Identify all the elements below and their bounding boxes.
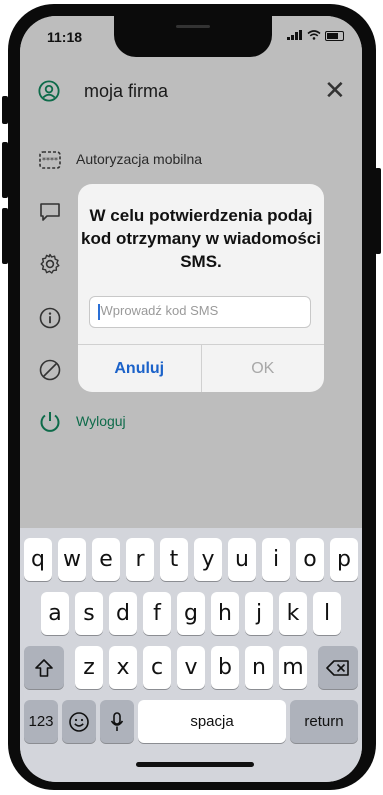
- key-e[interactable]: e: [92, 538, 120, 581]
- emoji-icon: [69, 711, 89, 732]
- dialog-buttons: Anuluj OK: [78, 344, 324, 392]
- key-d[interactable]: d: [109, 592, 137, 635]
- cancel-button[interactable]: Anuluj: [78, 345, 202, 392]
- microphone-icon: [110, 711, 124, 731]
- key-x[interactable]: x: [109, 646, 137, 689]
- menu-item-logout[interactable]: Wyloguj: [20, 408, 362, 438]
- status-icons: [287, 29, 344, 43]
- key-m[interactable]: m: [279, 646, 307, 689]
- info-icon: [39, 307, 61, 329]
- backspace-icon: [326, 659, 349, 676]
- key-z[interactable]: z: [75, 646, 103, 689]
- key-f[interactable]: f: [143, 592, 171, 635]
- sms-code-input[interactable]: Wprowadź kod SMS: [89, 296, 311, 328]
- status-bar: 11:18: [20, 16, 362, 60]
- key-k[interactable]: k: [279, 592, 307, 635]
- keyboard: q w e r t y u i o p a s d f g h j k l z …: [20, 528, 362, 782]
- user-icon: [38, 80, 60, 102]
- dialog-message-line: SMS.: [180, 252, 222, 271]
- volume-down-button: [2, 208, 8, 264]
- svg-text:****: ****: [42, 156, 58, 165]
- key-s[interactable]: s: [75, 592, 103, 635]
- speaker: [176, 25, 210, 28]
- sms-code-dialog: W celu potwierdzenia podaj kod otrzymany…: [78, 184, 324, 392]
- keypad-icon: ****: [39, 151, 61, 169]
- key-i[interactable]: i: [262, 538, 290, 581]
- numbers-key[interactable]: 123: [24, 700, 58, 743]
- block-icon: [39, 359, 61, 381]
- battery-icon: [325, 31, 344, 41]
- backspace-key[interactable]: [318, 646, 358, 689]
- emoji-key[interactable]: [62, 700, 96, 743]
- key-a[interactable]: a: [41, 592, 69, 635]
- return-key[interactable]: return: [290, 700, 358, 743]
- logout-label: Wyloguj: [76, 413, 126, 429]
- close-icon[interactable]: ✕: [324, 76, 346, 104]
- shift-icon: [35, 658, 53, 677]
- menu-item-mobile-authorization[interactable]: **** Autoryzacja mobilna: [20, 146, 362, 176]
- home-indicator[interactable]: [136, 762, 254, 767]
- key-r[interactable]: r: [126, 538, 154, 581]
- space-key[interactable]: spacja: [138, 700, 286, 743]
- key-q[interactable]: q: [24, 538, 52, 581]
- key-p[interactable]: p: [330, 538, 358, 581]
- status-time: 11:18: [47, 29, 83, 45]
- screen: 11:18 moja firma ✕ **** Autoryzacja mobi…: [20, 16, 362, 782]
- volume-up-button: [2, 142, 8, 198]
- gear-icon: [40, 253, 60, 274]
- dialog-message-line: kod otrzymany w wiadomości: [81, 229, 321, 248]
- shift-key[interactable]: [24, 646, 64, 689]
- header-title: moja firma: [84, 81, 169, 101]
- header: moja firma ✕: [20, 76, 362, 112]
- text-caret: [98, 303, 100, 320]
- key-u[interactable]: u: [228, 538, 256, 581]
- sms-code-placeholder: Wprowadź kod SMS: [100, 303, 219, 318]
- key-h[interactable]: h: [211, 592, 239, 635]
- dictation-key[interactable]: [100, 700, 134, 743]
- key-g[interactable]: g: [177, 592, 205, 635]
- notch: [114, 16, 272, 57]
- key-t[interactable]: t: [160, 538, 188, 581]
- signal-icon: [287, 29, 303, 43]
- key-c[interactable]: c: [143, 646, 171, 689]
- menu-item-label: Autoryzacja mobilna: [76, 151, 203, 167]
- dialog-message: W celu potwierdzenia podaj kod otrzymany…: [78, 204, 324, 273]
- key-l[interactable]: l: [313, 592, 341, 635]
- power-icon: [40, 412, 60, 432]
- key-v[interactable]: v: [177, 646, 205, 689]
- ok-button[interactable]: OK: [202, 345, 325, 392]
- power-button: [375, 168, 381, 254]
- key-o[interactable]: o: [296, 538, 324, 581]
- key-n[interactable]: n: [245, 646, 273, 689]
- dialog-message-line: W celu potwierdzenia podaj: [89, 206, 313, 225]
- key-w[interactable]: w: [58, 538, 86, 581]
- key-b[interactable]: b: [211, 646, 239, 689]
- wifi-icon: [307, 29, 321, 43]
- key-j[interactable]: j: [245, 592, 273, 635]
- key-y[interactable]: y: [194, 538, 222, 581]
- message-icon: [40, 203, 60, 221]
- mute-switch: [2, 96, 8, 124]
